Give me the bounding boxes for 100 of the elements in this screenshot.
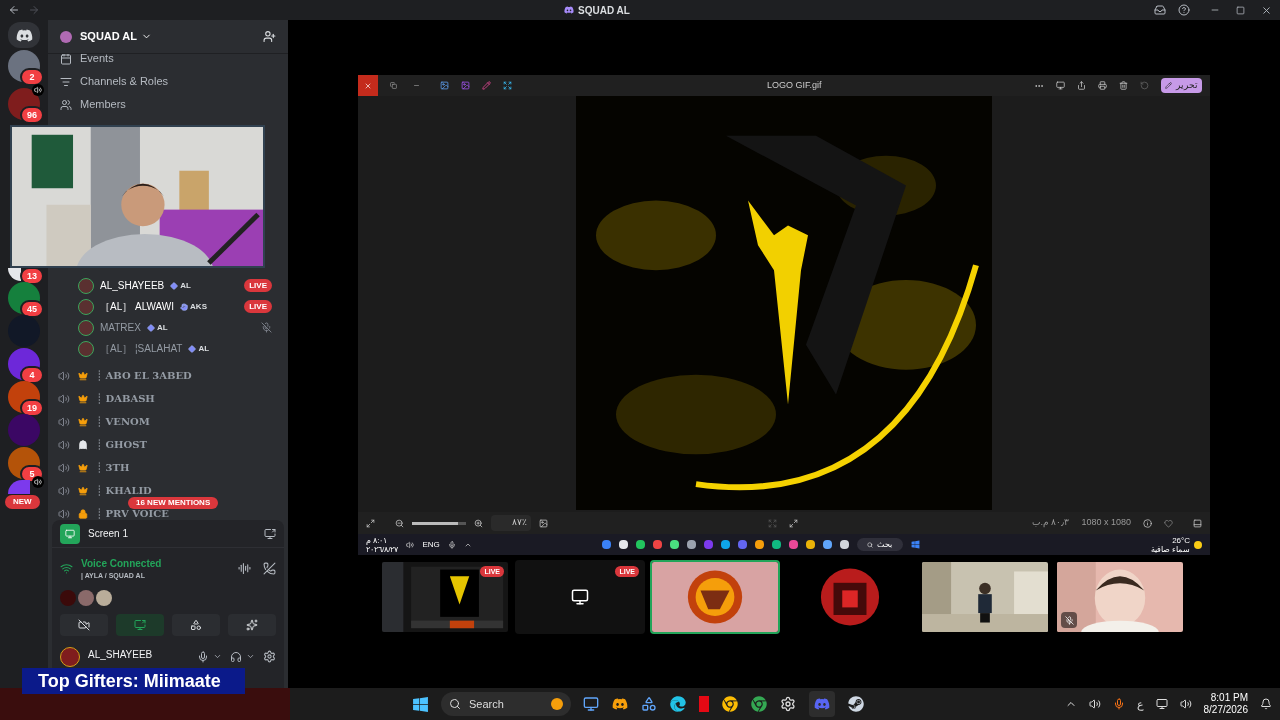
voice-channel[interactable]: ┊ PRV VOICE: [96, 508, 169, 519]
voice-channel[interactable]: ┊ GHOST: [96, 439, 147, 450]
new-mentions-pill[interactable]: 16 NEW MENTIONS: [128, 497, 219, 509]
delete-icon[interactable]: [1119, 81, 1128, 90]
restore-icon[interactable]: [390, 82, 397, 89]
filmstrip-icon[interactable]: [1193, 518, 1202, 528]
file-name: LOGO GIF.gif: [767, 78, 822, 92]
menu-item[interactable]: Channels & Roles: [80, 73, 169, 90]
task-view-icon[interactable]: [583, 696, 599, 712]
volume-icon[interactable]: [1088, 698, 1101, 710]
role-tag: AL: [170, 279, 191, 292]
search-field[interactable]: بحث: [856, 538, 903, 551]
discord-icon[interactable]: [612, 696, 628, 712]
speaker-icon: [58, 461, 70, 474]
caret-icon[interactable]: [246, 652, 255, 661]
print-icon[interactable]: [1098, 81, 1107, 90]
search-field[interactable]: Search: [441, 692, 571, 716]
edit-button[interactable]: تحرير: [1161, 78, 1202, 93]
voice-channel[interactable]: ┊ DABASH: [96, 393, 155, 404]
server-icon[interactable]: [8, 268, 21, 281]
role-tag: AKS: [180, 300, 207, 313]
soundboard-button[interactable]: [228, 613, 276, 636]
temperature: 26°C: [1172, 535, 1190, 545]
live-badge: LIVE: [244, 300, 272, 313]
mic-icon[interactable]: [447, 540, 456, 549]
info-icon[interactable]: [1143, 518, 1152, 528]
image-icon[interactable]: [440, 81, 449, 90]
help-icon[interactable]: [1178, 4, 1190, 16]
calendar-icon: [60, 54, 72, 65]
image-icon[interactable]: [539, 518, 548, 528]
expand-icon[interactable]: [503, 81, 512, 90]
settings-icon[interactable]: [263, 650, 276, 663]
favorite-icon[interactable]: [1164, 518, 1173, 528]
clock-time: 8:01 PM: [1210, 692, 1248, 704]
disconnect-icon[interactable]: [263, 562, 276, 576]
user-name[interactable]: ［AL］ ALWAWI: [100, 299, 175, 314]
list-icon: [60, 75, 72, 88]
maximize-icon[interactable]: [1236, 5, 1245, 15]
mic-icon[interactable]: [1112, 698, 1125, 710]
server-name-button[interactable]: SQUAD AL: [80, 28, 153, 45]
zoom-field[interactable]: ٨٧٪: [491, 515, 531, 531]
language-indicator[interactable]: ع: [1136, 695, 1144, 713]
voice-channel[interactable]: ┊ VENOM: [96, 416, 150, 427]
store-icon[interactable]: [641, 696, 657, 712]
window-title: SQUAD AL: [578, 3, 630, 18]
ghost-icon: [78, 439, 88, 450]
invite-icon[interactable]: [263, 30, 276, 43]
fullscreen-icon[interactable]: [366, 518, 375, 528]
edge-icon[interactable]: [670, 696, 686, 712]
start-icon[interactable]: [412, 695, 429, 713]
volume-icon[interactable]: [1179, 698, 1192, 710]
slideshow-icon[interactable]: [1056, 81, 1065, 90]
voice-channel[interactable]: ┊ 3TH: [96, 462, 130, 473]
user-avatar: [78, 319, 94, 336]
caret-icon[interactable]: [213, 652, 222, 661]
search-icon: [449, 698, 461, 710]
notifications-icon[interactable]: [1260, 698, 1272, 710]
user-name[interactable]: ［AL］ ¦SALAHAT: [100, 341, 183, 356]
image-dimensions: 1080 x 1080: [1081, 516, 1131, 530]
user-avatar[interactable]: [60, 646, 80, 667]
image-icon[interactable]: [461, 81, 470, 90]
focus-icon[interactable]: [789, 518, 798, 528]
minimize-icon[interactable]: [413, 82, 420, 89]
volume-icon[interactable]: [406, 540, 415, 549]
gear-icon[interactable]: [780, 696, 796, 712]
chrome-icon[interactable]: [722, 696, 738, 712]
home-button[interactable]: [8, 22, 40, 48]
zoom-out-icon[interactable]: [395, 518, 404, 528]
menu-item[interactable]: Members: [80, 96, 126, 113]
user-name[interactable]: AL_SHAYEEB: [100, 278, 165, 293]
role-tag: AL: [188, 342, 210, 355]
live-badge: LIVE: [244, 279, 272, 292]
speaker-icon: [58, 369, 70, 382]
network-icon[interactable]: [1155, 698, 1168, 710]
crown-icon: [78, 485, 88, 496]
activities-button[interactable]: [172, 613, 220, 636]
mic-icon[interactable]: [197, 650, 209, 663]
start-icon[interactable]: [910, 540, 920, 549]
back-icon[interactable]: [8, 4, 20, 16]
language-indicator[interactable]: ENG: [422, 538, 440, 551]
voice-channel[interactable]: ┊ ABO EL 3ABED: [96, 370, 192, 381]
discord-button[interactable]: [809, 691, 835, 717]
menu-item[interactable]: Events: [80, 54, 114, 67]
steam-icon[interactable]: [848, 696, 864, 712]
voice-channel[interactable]: ┊ KHALID: [96, 485, 152, 496]
close-icon[interactable]: [1261, 4, 1272, 16]
headphones-icon[interactable]: [230, 650, 242, 663]
inbox-icon[interactable]: [1154, 4, 1166, 16]
stop-share-icon[interactable]: [264, 527, 276, 540]
share-screen-button[interactable]: [116, 613, 164, 636]
zoom-in-icon[interactable]: [474, 518, 483, 528]
chrome-icon[interactable]: [751, 696, 767, 712]
user-name[interactable]: MATREX: [100, 320, 141, 335]
noise-icon[interactable]: [238, 562, 251, 576]
new-pill[interactable]: NEW: [5, 495, 40, 509]
speaker-icon: [58, 484, 70, 497]
share-icon[interactable]: [1077, 81, 1086, 90]
shapes-icon: [190, 618, 202, 631]
diamond-icon: [170, 281, 179, 290]
camera-button[interactable]: [60, 613, 108, 636]
